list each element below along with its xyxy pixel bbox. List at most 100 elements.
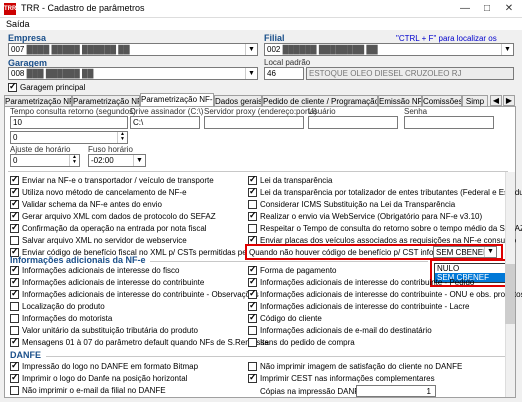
check-ad-codigo-cliente[interactable]: Código do cliente <box>248 312 322 324</box>
check-label: Considerar ICMS Substituição na Lei da T… <box>260 200 456 209</box>
check-ad-localizacao[interactable]: Localização do produto <box>10 302 105 312</box>
check-ad-fisco[interactable]: Informações adicionais de interesse do f… <box>10 264 179 276</box>
garagem-select[interactable]: 008 ███ ██████ ██ ▼ <box>8 67 258 80</box>
filial-select[interactable]: 002 ██████ ████████ ██ ▼ <box>264 43 514 56</box>
checkbox-box[interactable] <box>10 314 19 324</box>
check-lei-totalizador[interactable]: Lei da transparência por totalizador de … <box>248 186 522 198</box>
check-tempo-sefaz[interactable]: Respeitar o Tempo de consulta do retorno… <box>248 224 522 234</box>
checkbox-box[interactable] <box>248 224 257 234</box>
tempo-label: Tempo consulta retorno (segundos) <box>10 107 136 116</box>
check-ad-onu[interactable]: Informações adicionais de interesse do c… <box>248 288 522 300</box>
check-label: Itens do pedido de compra <box>260 338 355 347</box>
checkbox-box[interactable] <box>248 312 257 324</box>
minimize-icon[interactable]: — <box>454 0 476 18</box>
checkbox-box[interactable] <box>10 326 19 336</box>
servidor-input[interactable] <box>204 116 304 129</box>
check-ad-pedido[interactable]: Informações adicionais de interesse do c… <box>248 276 474 288</box>
check-danfe-bitmap[interactable]: Impressão do logo no DANFE em formato Bi… <box>10 360 198 372</box>
check-lei-transparencia[interactable]: Lei da transparência <box>248 174 333 186</box>
checkbox-box[interactable] <box>248 300 257 312</box>
tab-scroll-right-icon[interactable]: ▶ <box>503 95 515 106</box>
checkbox-box[interactable] <box>248 372 257 384</box>
chevron-down-icon[interactable]: ▼ <box>133 155 145 166</box>
menu-saida[interactable]: Saída <box>6 19 30 29</box>
check-ad-observacoes[interactable]: Informações adicionais de interesse do c… <box>10 288 259 300</box>
check-transportador[interactable]: Enviar na NF-e o transportador / veículo… <box>10 174 214 186</box>
senha-input[interactable] <box>404 116 494 129</box>
checkbox-box[interactable] <box>248 264 257 276</box>
checkbox-box[interactable] <box>10 186 19 198</box>
check-label: Não imprimir imagem de satisfação do cli… <box>260 362 463 371</box>
check-ad-mensagens[interactable]: Mensagens 01 à 07 do parâmetro default q… <box>10 336 269 348</box>
checkbox-box[interactable] <box>10 174 19 186</box>
checkbox-box[interactable] <box>10 302 19 312</box>
checkbox-box[interactable] <box>248 338 257 348</box>
close-icon[interactable]: ✕ <box>498 0 520 18</box>
tempo-input[interactable]: 10 <box>10 116 128 129</box>
check-ad-lacre[interactable]: Informações adicionais de interesse do c… <box>248 300 470 312</box>
checkbox-box[interactable] <box>10 360 19 372</box>
check-icms-st[interactable]: Considerar ICMS Substituição na Lei da T… <box>248 200 455 210</box>
check-webservice[interactable]: Realizar o envio via WebService (Obrigat… <box>248 210 482 222</box>
checkbox-box[interactable] <box>10 198 19 210</box>
scrollbar-thumb[interactable] <box>505 264 515 324</box>
checkbox-box[interactable] <box>10 386 19 396</box>
check-danfe-cest[interactable]: Imprimir CEST nas informações complement… <box>248 372 435 384</box>
spin-arrows-icon[interactable]: ▲ ▼ <box>69 155 79 166</box>
checkbox-box[interactable] <box>248 210 257 222</box>
check-cancelamento[interactable]: Utiliza novo método de cancelamento de N… <box>10 186 187 198</box>
chevron-down-icon[interactable]: ▼ <box>245 68 257 79</box>
checkbox-box[interactable] <box>8 81 17 93</box>
tab-scroll-left-icon[interactable]: ◀ <box>490 95 502 106</box>
empresa-blurred-name: ████ █████ ██████ ██ <box>26 45 130 54</box>
checkbox-box[interactable] <box>10 336 19 348</box>
checkbox-box[interactable] <box>10 264 19 276</box>
check-danfe-email[interactable]: Não imprimir o e-mail da filial no DANFE <box>10 386 166 396</box>
drive-input[interactable]: C:\ <box>130 116 200 129</box>
beneficio-select[interactable]: SEM CBENEF ▼ <box>433 246 497 258</box>
check-ad-email[interactable]: Informações adicionais de e-mail do dest… <box>248 326 432 336</box>
check-ad-valor-st[interactable]: Valor unitário da substituição tributári… <box>10 326 198 336</box>
tab-parametrizacao-nfe[interactable]: Parametrização NF-e <box>140 93 214 107</box>
spin-input[interactable]: 0 ▲ ▼ <box>10 131 128 144</box>
check-ad-motorista[interactable]: Informações do motorista <box>10 314 112 324</box>
checkbox-box[interactable] <box>10 210 19 222</box>
checkbox-box[interactable] <box>10 276 19 288</box>
ajuste-input[interactable]: 0 ▲ ▼ <box>10 154 80 167</box>
chevron-down-icon[interactable]: ▼ <box>501 44 513 55</box>
check-salvar-xml[interactable]: Salvar arquivo XML no servidor de webser… <box>10 236 187 246</box>
check-confirmacao[interactable]: Confirmação da operação na entrada por n… <box>10 222 207 234</box>
checkbox-box[interactable] <box>248 362 257 372</box>
divider <box>46 356 508 357</box>
checkbox-box[interactable] <box>10 236 19 246</box>
garagem-principal-checkbox[interactable]: Garagem principal <box>8 81 85 93</box>
chevron-down-icon[interactable]: ▼ <box>484 247 496 257</box>
check-label: Informações adicionais de interesse do c… <box>260 302 470 311</box>
checkbox-box[interactable] <box>248 186 257 198</box>
check-validar-schema[interactable]: Validar schema da NF-e antes do envio <box>10 198 162 210</box>
checkbox-box[interactable] <box>10 288 19 300</box>
check-label: Não imprimir o e-mail da filial no DANFE <box>22 386 166 395</box>
check-danfe-horizontal[interactable]: Imprimir o logo do Danfe na posição hori… <box>10 372 187 384</box>
option-nulo[interactable]: NULO <box>435 264 509 273</box>
check-ad-itens-compra[interactable]: Itens do pedido de compra <box>248 338 355 348</box>
check-gerar-xml[interactable]: Gerar arquivo XML com dados de protocolo… <box>10 210 216 222</box>
check-ad-contribuinte[interactable]: Informações adicionais de interesse do c… <box>10 276 204 288</box>
chevron-down-icon[interactable]: ▼ <box>245 44 257 55</box>
local-code-input[interactable]: 46 <box>264 67 304 80</box>
checkbox-box[interactable] <box>10 372 19 384</box>
checkbox-box[interactable] <box>248 174 257 186</box>
fuso-select[interactable]: -02:00 ▼ <box>88 154 146 167</box>
checkbox-box[interactable] <box>248 200 257 210</box>
copias-input[interactable]: 1 <box>356 385 436 397</box>
spin-arrows-icon[interactable]: ▲ ▼ <box>117 132 127 143</box>
checkbox-box[interactable] <box>10 222 19 234</box>
usuario-input[interactable] <box>308 116 398 129</box>
check-ad-forma-pagamento[interactable]: Forma de pagamento <box>248 264 337 276</box>
check-danfe-satisfacao[interactable]: Não imprimir imagem de satisfação do cli… <box>248 362 462 372</box>
empresa-select[interactable]: 007 ████ █████ ██████ ██ ▼ <box>8 43 258 56</box>
maximize-icon[interactable]: □ <box>476 0 498 18</box>
checkbox-box[interactable] <box>248 326 257 336</box>
checkbox-box[interactable] <box>248 288 257 300</box>
checkbox-box[interactable] <box>248 276 257 288</box>
